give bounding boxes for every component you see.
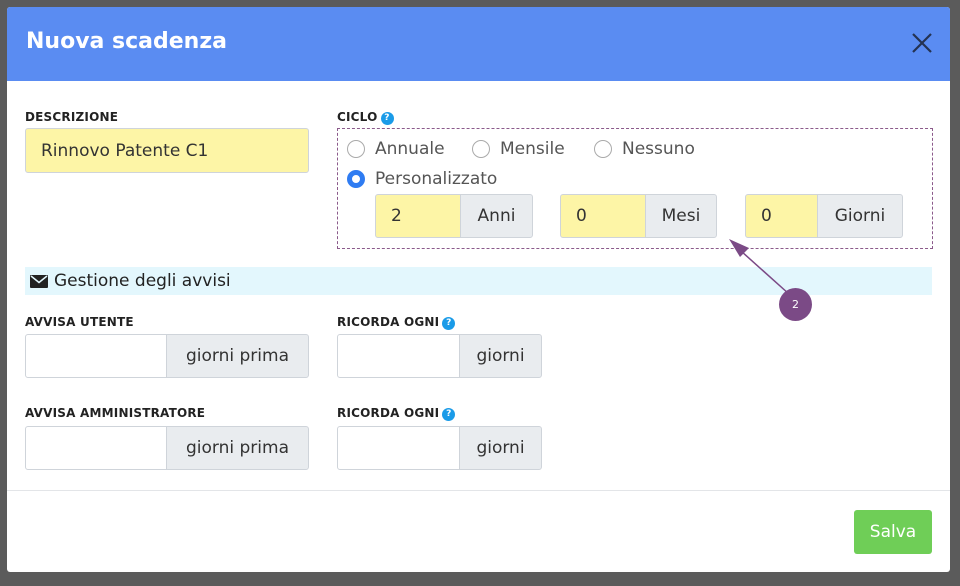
modal-dialog: Nuova scadenza DESCRIZIONE Rinnovo Paten… [7,7,950,572]
callout-badge: 2 [779,288,812,321]
callout-arrow [729,239,790,295]
